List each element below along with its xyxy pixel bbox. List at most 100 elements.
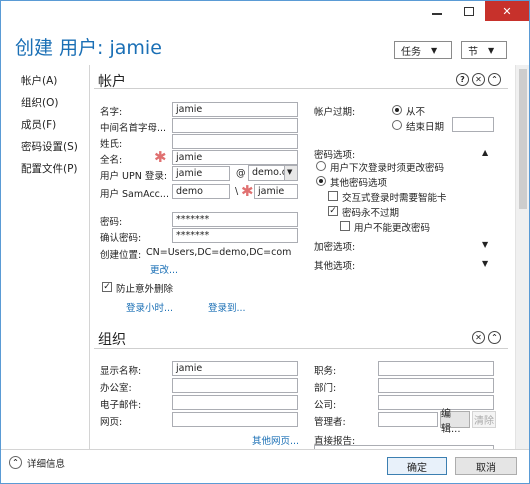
chevron-down-icon: ▼ <box>488 45 495 55</box>
password-label: 密码: <box>100 217 123 228</box>
chevron-down-icon: ▼ <box>431 45 438 55</box>
help-icon[interactable]: ? <box>456 73 469 86</box>
details-label[interactable]: 详细信息 <box>27 456 65 470</box>
display-name-label: 显示名称: <box>100 366 142 377</box>
other-password-options-label: 其他密码选项 <box>330 178 388 189</box>
smartcard-checkbox[interactable] <box>328 191 338 201</box>
protect-deletion-label: 防止意外删除 <box>116 284 174 295</box>
password-options-label: 密码选项: <box>314 150 356 161</box>
collapse-icon[interactable]: ⌃ <box>488 331 501 344</box>
nav-item-password-settings[interactable]: 密码设置(S) <box>21 139 78 161</box>
create-user-dialog: ✕ 创建 用户: jamie 任务 ▼ 节 ▼ 帐户(A) 组织(O) 成员(F… <box>0 0 530 484</box>
protect-deletion-checkbox[interactable]: ✓ <box>102 282 112 292</box>
never-expires-checkbox[interactable]: ✓ <box>328 206 338 216</box>
chevron-down-icon[interactable]: ▼ <box>284 165 298 181</box>
ok-button[interactable]: 确定 <box>387 457 447 475</box>
edit-manager-button[interactable]: 编辑... <box>440 409 470 435</box>
other-options-label: 其他选项: <box>314 261 356 272</box>
dialog-footer: ⌃ 详细信息 确定 取消 <box>1 449 529 483</box>
office-input[interactable] <box>172 378 298 393</box>
minimize-button[interactable] <box>421 1 453 21</box>
scrollbar-thumb[interactable] <box>519 69 527 209</box>
clear-manager-button[interactable]: 清除 <box>472 411 496 428</box>
nav-item-organization[interactable]: 组织(O) <box>21 95 78 117</box>
sam-name-input[interactable]: jamie <box>254 184 298 199</box>
tasks-dropdown[interactable]: 任务 ▼ <box>394 41 452 59</box>
initials-input[interactable] <box>172 118 298 133</box>
logon-hours-link[interactable]: 登录小时... <box>126 300 173 314</box>
expiry-end-date-label: 结束日期 <box>406 122 445 133</box>
change-location-link[interactable]: 更改... <box>150 262 178 276</box>
nav-item-account[interactable]: 帐户(A) <box>21 73 78 95</box>
upn-input[interactable]: jamie <box>172 166 230 181</box>
cancel-button[interactable]: 取消 <box>455 457 517 475</box>
upn-label: 用户 UPN 登录: <box>100 171 168 182</box>
expiry-end-date-input[interactable] <box>452 117 494 132</box>
close-button[interactable]: ✕ <box>485 1 529 21</box>
maximize-icon <box>464 6 474 16</box>
department-label: 部门: <box>314 383 337 394</box>
sections-label: 节 <box>468 46 478 58</box>
sam-separator: \ <box>235 186 239 197</box>
sam-domain-input[interactable]: demo <box>172 184 230 199</box>
web-page-input[interactable] <box>172 412 298 427</box>
web-page-label: 网页: <box>100 417 123 428</box>
content-pane: 帐户 ? ✕ ⌃ 名字: jamie 中间名首字母... 姓氏: 全名: ✱ j… <box>89 65 515 449</box>
confirm-password-label: 确认密码: <box>100 233 142 244</box>
required-icon: ✱ <box>241 182 254 200</box>
sections-dropdown[interactable]: 节 ▼ <box>461 41 507 59</box>
change-next-logon-label: 用户下次登录时须更改密码 <box>330 163 445 174</box>
nav-item-profile[interactable]: 配置文件(P) <box>21 161 78 183</box>
nav-item-member-of[interactable]: 成员(F) <box>21 117 78 139</box>
password-input[interactable]: ******* <box>172 212 298 227</box>
expiry-never-radio[interactable] <box>392 105 402 115</box>
confirm-password-input[interactable]: ******* <box>172 228 298 243</box>
office-label: 办公室: <box>100 383 132 394</box>
cannot-change-checkbox[interactable] <box>340 221 350 231</box>
expiry-never-label: 从不 <box>406 107 426 118</box>
last-name-input[interactable] <box>172 134 298 149</box>
close-section-icon[interactable]: ✕ <box>472 331 485 344</box>
first-name-label: 名字: <box>100 107 123 118</box>
other-password-options-radio[interactable] <box>316 176 326 186</box>
never-expires-label: 密码永不过期 <box>342 208 400 219</box>
display-name-input[interactable]: jamie <box>172 361 298 376</box>
account-expiry-label: 帐户过期: <box>314 107 356 118</box>
manager-input[interactable] <box>378 412 438 427</box>
account-section-header: 帐户 ? ✕ ⌃ <box>94 69 508 90</box>
smartcard-label: 交互式登录时需要智能卡 <box>342 193 447 204</box>
logon-to-link[interactable]: 登录到... <box>208 300 246 314</box>
last-name-label: 姓氏: <box>100 139 123 150</box>
collapse-password-options-icon[interactable]: ▲ <box>482 148 488 157</box>
page-title: 创建 用户: jamie <box>15 37 162 59</box>
full-name-input[interactable]: jamie <box>172 150 298 165</box>
create-location-label: 创建位置: <box>100 250 142 261</box>
vertical-scrollbar[interactable] <box>515 65 529 449</box>
expand-encryption-icon[interactable]: ▼ <box>482 240 488 249</box>
section-nav: 帐户(A) 组织(O) 成员(F) 密码设置(S) 配置文件(P) <box>21 73 78 183</box>
title-bar: ✕ <box>1 1 529 25</box>
organization-heading: 组织 <box>98 332 126 348</box>
manager-label: 管理者: <box>314 417 346 428</box>
close-icon: ✕ <box>502 4 512 18</box>
collapse-icon[interactable]: ⌃ <box>488 73 501 86</box>
email-input[interactable] <box>172 395 298 410</box>
job-title-input[interactable] <box>378 361 494 376</box>
company-input[interactable] <box>378 395 494 410</box>
close-section-icon[interactable]: ✕ <box>472 73 485 86</box>
organization-section-header: 组织 ✕ ⌃ <box>94 327 508 349</box>
email-label: 电子邮件: <box>100 400 142 411</box>
expand-other-options-icon[interactable]: ▼ <box>482 259 488 268</box>
first-name-input[interactable]: jamie <box>172 102 298 117</box>
other-web-pages-link[interactable]: 其他网页... <box>252 433 299 447</box>
expand-details-icon[interactable]: ⌃ <box>9 456 22 469</box>
maximize-button[interactable] <box>453 1 485 21</box>
tasks-label: 任务 <box>401 46 421 58</box>
account-heading: 帐户 <box>98 74 126 90</box>
cannot-change-label: 用户不能更改密码 <box>354 223 431 234</box>
encryption-options-label: 加密选项: <box>314 242 356 253</box>
change-next-logon-radio[interactable] <box>316 161 326 171</box>
department-input[interactable] <box>378 378 494 393</box>
upn-at-sign: @ <box>236 168 246 179</box>
expiry-end-date-radio[interactable] <box>392 120 402 130</box>
